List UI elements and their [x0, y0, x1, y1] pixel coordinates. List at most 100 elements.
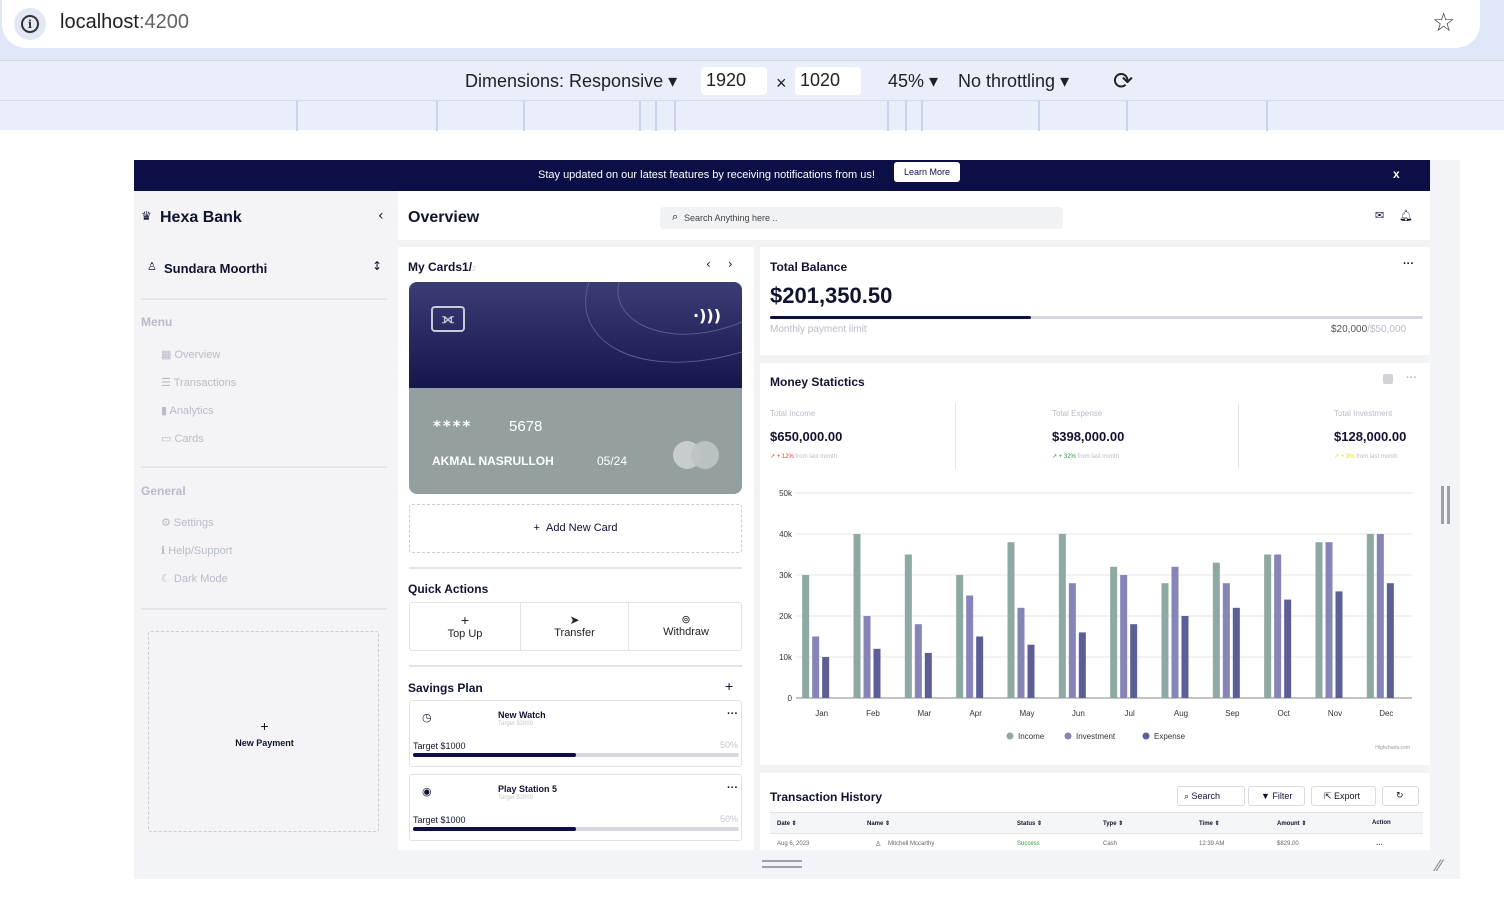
col-name[interactable]: Name ⇕	[867, 820, 890, 827]
bar-income	[956, 575, 964, 698]
limit-values: $20,000/$50,000	[1331, 324, 1407, 335]
refresh-icon[interactable]: ↻	[1382, 786, 1419, 806]
card-prev-icon[interactable]: ‹	[706, 257, 711, 271]
bar-investment	[1274, 554, 1282, 698]
row-action-button[interactable]: ...	[1376, 838, 1383, 847]
learn-more-button[interactable]: Learn More	[894, 162, 960, 182]
add-card-button[interactable]: + Add New Card	[409, 504, 742, 553]
x-tick-label: May	[1019, 709, 1034, 718]
more-icon[interactable]: ···	[1406, 372, 1417, 384]
legend-label: Expense	[1154, 732, 1186, 741]
more-icon[interactable]: ···	[727, 782, 738, 794]
expense-value: $398,000.00	[1052, 429, 1125, 444]
brand-name: Hexa Bank	[160, 209, 242, 226]
address-bar[interactable]: i localhost:4200 ☆	[2, 0, 1480, 48]
devtools-device-toolbar: Dimensions: Responsive ▾ 1920 × 1020 45%…	[0, 60, 1504, 100]
site-info-icon[interactable]: i	[14, 8, 46, 40]
resize-corner-icon[interactable]: ⁄⁄	[1436, 856, 1441, 875]
legend-label: Investment	[1076, 732, 1116, 741]
viewport-resize-bottom[interactable]: ⁄⁄	[134, 850, 1460, 879]
user-icon: ♙	[147, 260, 157, 273]
search-icon: ⌕	[672, 210, 679, 223]
crown-icon: ♛	[141, 209, 152, 223]
user-name[interactable]: Sundara Moorthi	[164, 261, 267, 276]
legend-marker	[1142, 732, 1150, 740]
media-query-ruler[interactable]	[0, 100, 1504, 131]
card-next-icon[interactable]: ›	[728, 257, 733, 271]
search-input[interactable]: ⌕ Search Anything here ..	[660, 207, 1063, 229]
col-status[interactable]: Status ⇕	[1017, 820, 1042, 827]
bar-income	[1058, 534, 1066, 698]
filter-button[interactable]: ▼ Filter	[1248, 786, 1305, 806]
bar-income	[1212, 562, 1220, 698]
transfer-button[interactable]: ➤ Transfer	[521, 603, 629, 651]
top-up-button[interactable]: + Top Up	[410, 603, 521, 651]
col-action: Action	[1372, 820, 1391, 826]
browser-chrome: i localhost:4200 ☆ Dimensions: Responsiv…	[0, 0, 1504, 131]
url-text[interactable]: localhost:4200	[60, 11, 189, 34]
more-icon[interactable]: ···	[727, 708, 738, 720]
bank-card[interactable]: ⟗ ·))) **** 5678 AKMAL NASRULLOH 05/24	[409, 282, 742, 494]
investment-change: ↗ + 3% from last month	[1334, 454, 1398, 460]
chip-icon: ⟗	[431, 306, 465, 332]
download-icon[interactable]	[1383, 374, 1393, 384]
switch-user-icon[interactable]: ↕	[372, 259, 382, 273]
money-statistics-panel: Money Statictics ··· Total Income $650,0…	[760, 363, 1430, 765]
width-input[interactable]: 1920	[701, 67, 767, 95]
legend-marker	[1064, 732, 1072, 740]
bar-investment	[1120, 575, 1128, 698]
bar-investment	[863, 616, 871, 698]
x-tick-label: Nov	[1328, 709, 1342, 718]
rotate-icon[interactable]: ⟳	[1113, 67, 1133, 96]
add-savings-icon[interactable]: +	[725, 678, 733, 694]
col-amount[interactable]: Amount ⇕	[1277, 820, 1306, 827]
menu-item-transactions[interactable]: ☰ Transactions	[161, 369, 236, 397]
savings-progress	[413, 753, 739, 757]
transaction-history-panel: Transaction History ⌕ Search ▼ Filter ⇱ …	[760, 773, 1430, 850]
viewport-resize-right[interactable]	[1430, 160, 1460, 850]
help-item[interactable]: ℹ Help/Support	[161, 537, 232, 565]
times-sign: ×	[776, 73, 787, 93]
bar-expense	[1386, 583, 1394, 698]
menu-item-overview[interactable]: ▦ Overview	[161, 341, 236, 369]
new-payment-dropzone[interactable]: + New Payment	[148, 631, 379, 832]
legend-label: Income	[1018, 732, 1045, 741]
card-stars: ****	[433, 417, 473, 435]
col-type[interactable]: Type ⇕	[1103, 820, 1123, 827]
menu-item-analytics[interactable]: ▮ Analytics	[161, 397, 236, 425]
general-title: General	[141, 484, 186, 498]
col-date[interactable]: Date ⇕	[777, 820, 797, 827]
throttling-select[interactable]: No throttling ▾	[958, 71, 1069, 92]
notification-banner: Stay updated on our latest features by r…	[134, 160, 1430, 191]
export-button[interactable]: ⇱ Export	[1311, 786, 1376, 806]
clock-icon: ◷	[422, 711, 432, 724]
zoom-select[interactable]: 45% ▾	[888, 71, 938, 92]
dimensions-select[interactable]: Dimensions: Responsive ▾	[465, 71, 677, 92]
bar-expense	[1284, 599, 1292, 698]
col-time[interactable]: Time ⇕	[1199, 820, 1220, 827]
dark-mode-item[interactable]: ☾ Dark Mode	[161, 565, 232, 593]
balance-amount: $201,350.50	[770, 283, 893, 308]
height-input[interactable]: 1020	[795, 67, 861, 95]
banner-text: Stay updated on our latest features by r…	[538, 169, 875, 181]
collapse-icon[interactable]: ‹	[378, 208, 384, 224]
bookmark-star-icon[interactable]: ☆	[1432, 8, 1455, 38]
legend-marker	[1006, 732, 1014, 740]
withdraw-button[interactable]: ⊚ Withdraw	[629, 603, 743, 651]
more-icon[interactable]: ···	[1403, 258, 1414, 270]
mail-icon[interactable]: ✉	[1375, 209, 1384, 222]
x-tick-label: Mar	[917, 709, 931, 718]
transactions-search-input[interactable]: ⌕ Search	[1177, 786, 1245, 806]
savings-plan-card[interactable]: ◷ New Watch Target $2000 ··· Target $100…	[409, 700, 742, 767]
y-tick-label: 50k	[779, 489, 793, 498]
settings-item[interactable]: ⚙ Settings	[161, 509, 232, 537]
total-balance-panel: Total Balance ··· $201,350.50 Monthly pa…	[760, 247, 1430, 355]
bell-icon[interactable]: 🔔︎	[1399, 209, 1413, 222]
new-payment-label: New Payment	[235, 738, 294, 748]
menu-item-cards[interactable]: ▭ Cards	[161, 425, 236, 453]
table-row[interactable]: Aug 6, 2023 ♙ Mitchell Mccarthy Success …	[770, 836, 1423, 850]
banner-close-button[interactable]: x	[1393, 167, 1400, 181]
y-tick-label: 0	[788, 694, 793, 703]
savings-plan-card[interactable]: ◉ Play Station 5 Target $2000 ··· Target…	[409, 774, 742, 841]
x-tick-label: Aug	[1174, 709, 1188, 718]
